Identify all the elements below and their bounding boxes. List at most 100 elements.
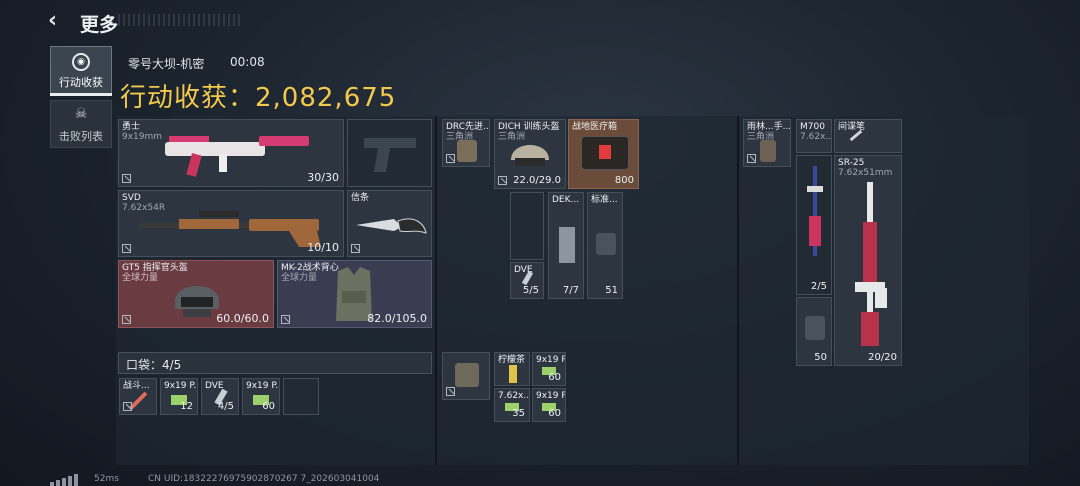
- item-count: 4/5: [217, 401, 234, 412]
- item-count: 12: [180, 401, 193, 412]
- item-name: MK-2战术背心: [281, 263, 339, 273]
- empty-slot[interactable]: [510, 192, 544, 260]
- sr25-slot[interactable]: SR-25 7.62x51mm 20/20: [834, 155, 902, 366]
- item-name: SVD: [122, 193, 141, 203]
- helmet-icon: [511, 145, 549, 166]
- lock-icon: [281, 315, 290, 324]
- ammo-count: 20/20: [868, 352, 897, 363]
- ammo-count: 10/10: [307, 241, 339, 254]
- item-slot[interactable]: DVE 5/5: [510, 262, 544, 299]
- lock-icon: [351, 244, 360, 253]
- item-slot[interactable]: 7.62x... 35: [494, 388, 530, 422]
- armor-slot[interactable]: MK-2战术背心 全球力量 82.0/105.0: [277, 260, 432, 328]
- item-name: DEK...: [552, 195, 580, 205]
- lock-icon: [122, 174, 131, 183]
- primary-weapon-slot[interactable]: 勇士 9x19mm 30/30: [118, 119, 344, 187]
- item-count: 35: [512, 408, 525, 419]
- item-count: 800: [614, 175, 634, 186]
- item-name: DRC先进...: [446, 122, 490, 132]
- item-name: 战斗...: [123, 381, 150, 391]
- container-slot[interactable]: [442, 352, 490, 400]
- pocket-label: 口袋：4/5: [126, 358, 182, 372]
- item-slot[interactable]: 间谍笔: [834, 119, 902, 153]
- helmet-slot[interactable]: GT5 指挥官头盔 全球力量 60.0/60.0: [118, 260, 274, 328]
- armor-plate-icon: [805, 316, 825, 340]
- lock-icon: [446, 154, 455, 163]
- item-name: 柠檬茶: [498, 355, 526, 365]
- skull-icon: ☠: [74, 106, 88, 122]
- item-slot[interactable]: M700 7.62x...: [796, 119, 832, 153]
- item-name: 9x19 P...: [246, 381, 279, 391]
- tab-kills[interactable]: ☠ 击败列表: [50, 100, 112, 148]
- header-decoration: [118, 14, 242, 26]
- item-name: 9x19 P...: [164, 381, 197, 391]
- pistol-slot[interactable]: [347, 119, 432, 187]
- item-name: 标准...: [591, 195, 618, 205]
- item-name: 雨林...手...: [747, 122, 791, 132]
- item-name: DICH 训练头盔: [498, 122, 560, 132]
- item-slot[interactable]: DEK... 7/7: [548, 192, 584, 299]
- column-divider: [737, 116, 739, 465]
- melee-slot[interactable]: 信条: [347, 190, 432, 257]
- ammo-count: 2/5: [810, 281, 827, 292]
- loot-icon: ◉: [72, 53, 90, 71]
- backpack-slot[interactable]: 雨林...手... 三角洲: [743, 119, 791, 167]
- back-arrow-icon[interactable]: ‹: [48, 10, 70, 32]
- map-name: 零号大坝-机密: [128, 57, 205, 71]
- secondary-weapon-slot[interactable]: SVD 7.62x54R 10/10: [118, 190, 344, 257]
- item-slot[interactable]: 标准... 51: [587, 192, 623, 299]
- durability: 60.0/60.0: [216, 312, 269, 325]
- sniper-rifle-icon: [855, 182, 887, 346]
- item-name: 9x19 P...: [536, 355, 566, 365]
- drink-icon: [509, 365, 517, 383]
- item-slot[interactable]: 9x19 P... 60: [532, 352, 566, 386]
- item-name: 勇士: [122, 122, 141, 132]
- item-name: SR-25: [838, 158, 865, 168]
- tab-loot[interactable]: ◉ 行动收获: [50, 46, 112, 94]
- knife-icon: [356, 218, 427, 234]
- item-slot[interactable]: 柠檬茶: [494, 352, 530, 386]
- training-helmet-slot[interactable]: DICH 训练头盔 三角洲 22.0/29.0: [494, 119, 566, 189]
- item-sub: 全球力量: [122, 273, 159, 283]
- sniper-rifle-icon: [807, 166, 823, 256]
- lock-icon: [747, 154, 756, 163]
- item-slot[interactable]: 9x19 P... 60: [532, 388, 566, 422]
- rifle-slot[interactable]: 2/5: [796, 155, 832, 295]
- backpack-icon: [760, 140, 776, 162]
- pocket-item[interactable]: DVE 4/5: [201, 378, 239, 415]
- backpack-slot[interactable]: DRC先进... 三角洲: [442, 119, 490, 167]
- item-count: 5/5: [522, 285, 539, 296]
- durability: 82.0/105.0: [367, 312, 427, 325]
- item-count: 60: [548, 372, 561, 383]
- loot-value-title: 行动收获：2,082,675: [120, 83, 397, 113]
- item-slot[interactable]: 50: [796, 297, 832, 366]
- durability: 22.0/29.0: [513, 175, 561, 186]
- tab-loot-label: 行动收获: [59, 76, 103, 89]
- item-count: 60: [548, 408, 561, 419]
- lock-icon: [122, 244, 131, 253]
- rifle-icon: [139, 211, 321, 247]
- item-name: 7.62x...: [498, 391, 530, 401]
- smg-icon: [165, 136, 309, 177]
- column-divider: [435, 116, 437, 465]
- pocket-item[interactable]: 战斗...: [119, 378, 157, 415]
- item-sub: 7.62x51mm: [838, 168, 893, 178]
- signal-icon: [50, 474, 78, 486]
- lock-icon: [122, 315, 131, 324]
- item-count: 51: [605, 285, 618, 296]
- item-name: M700: [800, 122, 825, 132]
- match-timer: 00:08: [230, 55, 265, 69]
- armor-plate-icon: [596, 233, 616, 255]
- item-sub: 9x19mm: [122, 132, 163, 142]
- medkit-slot[interactable]: 战地医疗箱 800: [568, 119, 639, 189]
- ammo-count: 30/30: [307, 171, 339, 184]
- pocket-item[interactable]: 9x19 P... 12: [160, 378, 198, 415]
- item-sub: 全球力量: [281, 273, 318, 283]
- pocket-empty-slot[interactable]: [283, 378, 319, 415]
- case-icon: [455, 363, 479, 387]
- pocket-item[interactable]: 9x19 P... 60: [242, 378, 280, 415]
- keycard-icon: [559, 227, 575, 263]
- lock-icon: [498, 176, 507, 185]
- tab-active-indicator: [50, 93, 112, 96]
- backpack-icon: [457, 140, 477, 162]
